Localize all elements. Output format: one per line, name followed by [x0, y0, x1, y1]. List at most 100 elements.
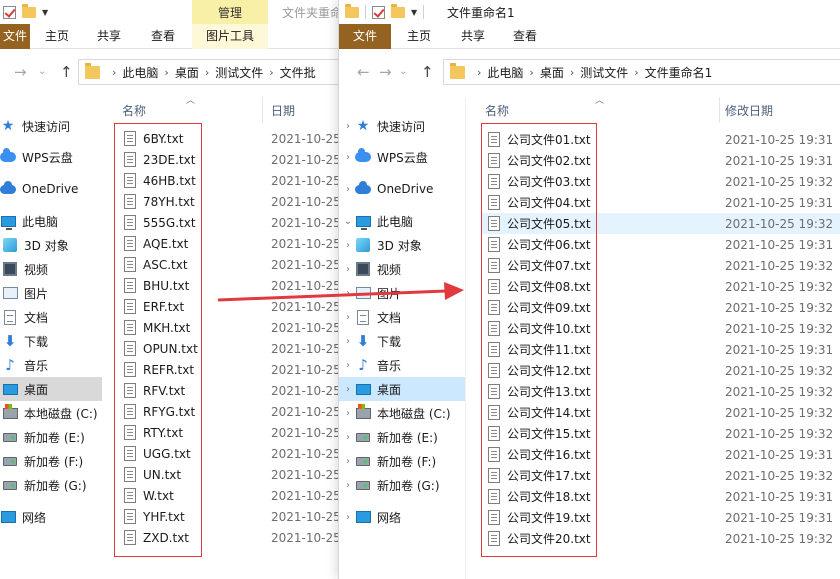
file-row[interactable]: 78YH.txt 2021-10-25	[124, 191, 338, 212]
file-row[interactable]: 公司文件17.txt 2021-10-25 19:32	[481, 465, 840, 486]
sidebar-item-onedrive[interactable]: OneDrive	[0, 177, 102, 201]
file-row[interactable]: 公司文件01.txt 2021-10-25 19:31	[481, 129, 840, 150]
chevron-right-icon[interactable]: ›	[341, 480, 355, 491]
tab-file[interactable]: 文件	[0, 24, 30, 49]
chevron-right-icon[interactable]: ›	[341, 360, 355, 371]
forward-arrow-icon[interactable]: →	[14, 63, 27, 81]
file-row[interactable]: 公司文件03.txt 2021-10-25 19:32	[481, 171, 840, 192]
chevron-down-icon[interactable]: ▼	[42, 8, 48, 17]
file-row[interactable]: REFR.txt 2021-10-25	[124, 359, 338, 380]
sidebar-item-quick-access[interactable]: ★ 快速访问	[0, 114, 102, 138]
tab-view[interactable]: 查看	[146, 24, 180, 49]
file-row[interactable]: 555G.txt 2021-10-25	[124, 212, 338, 233]
sidebar-item-volume-g[interactable]: › 新加卷 (G:)	[339, 473, 465, 497]
file-row[interactable]: 公司文件11.txt 2021-10-25 19:31	[481, 339, 840, 360]
column-header-name[interactable]: 名称	[122, 97, 146, 123]
file-row[interactable]: BHU.txt 2021-10-25	[124, 275, 338, 296]
sidebar-item-downloads[interactable]: ⬇ 下载	[0, 329, 102, 353]
sidebar-item-downloads[interactable]: › ⬇ 下载	[339, 329, 465, 353]
chevron-right-icon[interactable]: ›	[341, 336, 355, 347]
file-row[interactable]: 公司文件13.txt 2021-10-25 19:32	[481, 381, 840, 402]
sidebar-item-pictures[interactable]: › 图片	[339, 281, 465, 305]
sidebar-item-network[interactable]: › 网络	[339, 505, 465, 529]
file-row[interactable]: 公司文件15.txt 2021-10-25 19:32	[481, 423, 840, 444]
sidebar-item-music[interactable]: › ♪ 音乐	[339, 353, 465, 377]
chevron-right-icon[interactable]: ›	[341, 456, 355, 467]
new-folder-icon[interactable]	[22, 3, 36, 18]
chevron-right-icon[interactable]: ›	[341, 121, 355, 132]
sidebar-item-3d-objects[interactable]: › 3D 对象	[339, 233, 465, 257]
sidebar-item-videos[interactable]: 视频	[0, 257, 102, 281]
file-row[interactable]: AQE.txt 2021-10-25	[124, 233, 338, 254]
file-row[interactable]: 公司文件14.txt 2021-10-25 19:32	[481, 402, 840, 423]
sidebar-item-volume-g[interactable]: 新加卷 (G:)	[0, 473, 102, 497]
file-row[interactable]: ZXD.txt 2021-10-25	[124, 527, 338, 548]
file-row[interactable]: 公司文件18.txt 2021-10-25 19:31	[481, 486, 840, 507]
sidebar-item-volume-e[interactable]: 新加卷 (E:)	[0, 425, 102, 449]
file-row[interactable]: UGG.txt 2021-10-25	[124, 443, 338, 464]
breadcrumb-test-files[interactable]: 测试文件	[580, 64, 628, 81]
breadcrumb-this-pc[interactable]: 此电脑	[122, 64, 158, 81]
sidebar-item-local-disk-c[interactable]: › 本地磁盘 (C:)	[339, 401, 465, 425]
breadcrumb-current[interactable]: 文件重命名1	[645, 64, 713, 81]
chevron-right-icon[interactable]: ›	[341, 408, 355, 419]
file-row[interactable]: 公司文件09.txt 2021-10-25 19:32	[481, 297, 840, 318]
tab-home[interactable]: 主页	[40, 24, 74, 49]
sidebar-item-wps-cloud[interactable]: › WPS云盘	[339, 145, 465, 169]
sidebar-item-volume-f[interactable]: 新加卷 (F:)	[0, 449, 102, 473]
properties-icon[interactable]	[372, 5, 385, 19]
sidebar-item-desktop[interactable]: 桌面	[0, 377, 102, 401]
column-header-modified-date[interactable]: 修改日期	[725, 97, 773, 123]
file-row[interactable]: MKH.txt 2021-10-25	[124, 317, 338, 338]
file-row[interactable]: RFV.txt 2021-10-25	[124, 380, 338, 401]
file-row[interactable]: 公司文件16.txt 2021-10-25 19:31	[481, 444, 840, 465]
sidebar-item-wps-cloud[interactable]: WPS云盘	[0, 145, 102, 169]
left-address-bar[interactable]: › 此电脑 › 桌面 › 测试文件 › 文件批	[78, 59, 338, 85]
back-arrow-icon[interactable]: ←	[357, 63, 370, 81]
file-row[interactable]: 46HB.txt 2021-10-25	[124, 170, 338, 191]
breadcrumb-current[interactable]: 文件批	[280, 64, 316, 81]
file-row[interactable]: 公司文件04.txt 2021-10-25 19:31	[481, 192, 840, 213]
file-row[interactable]: 公司文件20.txt 2021-10-25 19:32	[481, 528, 840, 549]
chevron-right-icon[interactable]: ›	[341, 152, 355, 163]
tab-view[interactable]: 查看	[507, 24, 543, 49]
breadcrumb-test-files[interactable]: 测试文件	[215, 64, 263, 81]
chevron-down-icon[interactable]: ▼	[411, 8, 417, 17]
chevron-right-icon[interactable]: ›	[341, 288, 355, 299]
sidebar-item-documents[interactable]: › 文档	[339, 305, 465, 329]
file-row[interactable]: W.txt 2021-10-25	[124, 485, 338, 506]
sidebar-item-this-pc[interactable]: 此电脑	[0, 209, 102, 233]
up-arrow-icon[interactable]: ↑	[60, 63, 73, 81]
file-row[interactable]: 公司文件05.txt 2021-10-25 19:32	[481, 213, 840, 234]
chevron-right-icon[interactable]: ›	[341, 384, 355, 395]
chevron-right-icon[interactable]: ›	[341, 240, 355, 251]
chevron-right-icon[interactable]: ›	[341, 184, 355, 195]
recent-dropdown-icon[interactable]: ⌄	[399, 63, 407, 81]
sidebar-item-volume-f[interactable]: › 新加卷 (F:)	[339, 449, 465, 473]
sidebar-item-documents[interactable]: 文档	[0, 305, 102, 329]
sidebar-item-this-pc[interactable]: ⌄ 此电脑	[339, 209, 465, 233]
sidebar-item-videos[interactable]: › 视频	[339, 257, 465, 281]
file-row[interactable]: RTY.txt 2021-10-25	[124, 422, 338, 443]
tab-file[interactable]: 文件	[339, 24, 391, 49]
file-row[interactable]: ERF.txt 2021-10-25	[124, 296, 338, 317]
chevron-right-icon[interactable]: ⌄	[341, 216, 355, 227]
file-row[interactable]: 23DE.txt 2021-10-25	[124, 149, 338, 170]
new-folder-icon[interactable]	[391, 3, 405, 18]
tab-share[interactable]: 共享	[92, 24, 126, 49]
file-row[interactable]: UN.txt 2021-10-25	[124, 464, 338, 485]
file-row[interactable]: 公司文件08.txt 2021-10-25 19:32	[481, 276, 840, 297]
up-arrow-icon[interactable]: ↑	[421, 63, 434, 81]
sidebar-item-onedrive[interactable]: › OneDrive	[339, 177, 465, 201]
breadcrumb-this-pc[interactable]: 此电脑	[487, 64, 523, 81]
file-row[interactable]: RFYG.txt 2021-10-25	[124, 401, 338, 422]
chevron-right-icon[interactable]: ›	[341, 512, 355, 523]
column-header-name[interactable]: 名称	[485, 97, 509, 123]
sidebar-item-local-disk-c[interactable]: 本地磁盘 (C:)	[0, 401, 102, 425]
sidebar-item-music[interactable]: ♪ 音乐	[0, 353, 102, 377]
breadcrumb-desktop[interactable]: 桌面	[175, 64, 199, 81]
tab-home[interactable]: 主页	[401, 24, 437, 49]
sidebar-item-network[interactable]: 网络	[0, 505, 102, 529]
file-row[interactable]: 公司文件19.txt 2021-10-25 19:31	[481, 507, 840, 528]
file-row[interactable]: 公司文件02.txt 2021-10-25 19:31	[481, 150, 840, 171]
